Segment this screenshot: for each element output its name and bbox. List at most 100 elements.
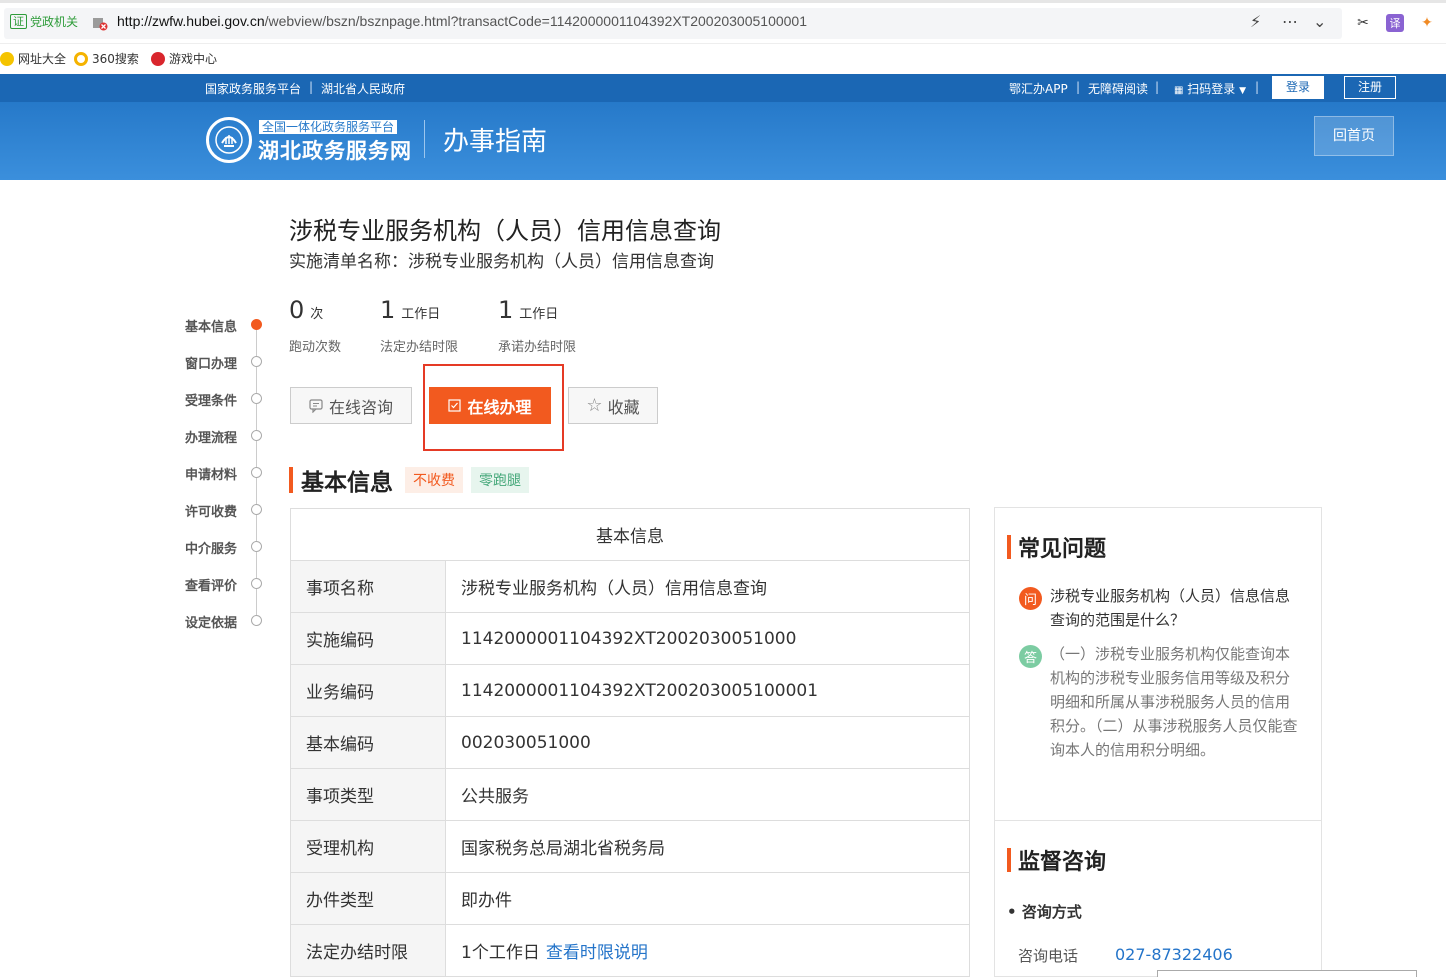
no-fee-badge: 不收费	[405, 467, 463, 493]
online-consult-button[interactable]: 在线咨询	[290, 387, 412, 424]
stat-unit: 工作日	[401, 307, 441, 322]
table-title: 基本信息	[290, 508, 970, 561]
logo-subtitle: 全国一体化政务服务平台	[259, 120, 398, 134]
bookmark-label: 游戏中心	[169, 52, 218, 66]
time-limit-link[interactable]: 查看时限说明	[546, 943, 648, 963]
nav-dot-icon[interactable]	[251, 393, 262, 404]
section-title: 基本信息	[301, 470, 393, 496]
nav-dot-icon[interactable]	[251, 356, 262, 367]
nav-dot-icon[interactable]	[251, 541, 262, 552]
side-nav-fees[interactable]: 许可收费	[185, 501, 237, 520]
more-icon[interactable]: ⋯	[1282, 12, 1298, 31]
url-path: /webview/bszn/bsznpage.html?transactCode…	[264, 13, 808, 29]
bookmark-label: 360搜索	[92, 52, 139, 66]
table-row: 实施编码 1142000001104392XT2002030051000	[290, 612, 970, 665]
link-national-platform[interactable]: 国家政务服务平台	[205, 80, 301, 97]
row-value: 1142000001104392XT2002030051000	[445, 612, 970, 665]
home-button[interactable]: 回首页	[1314, 116, 1394, 156]
chat-icon	[309, 398, 323, 413]
bookmark-icon	[74, 51, 88, 66]
side-nav-basic-info[interactable]: 基本信息	[185, 316, 237, 335]
row-value-text: 1个工作日	[461, 943, 540, 963]
stat-label: 法定办结时限	[380, 340, 459, 355]
faq-question[interactable]: 涉税专业服务机构（人员）信息信息查询的范围是什么？	[1050, 584, 1300, 632]
answer-icon: 答	[1019, 645, 1042, 668]
table-row: 基本编码 002030051000	[290, 716, 970, 769]
emblem-icon	[215, 126, 243, 154]
link-app[interactable]: 鄂汇办APP	[1009, 80, 1068, 97]
nav-dot-icon[interactable]	[251, 430, 262, 441]
bookmark-item[interactable]: 360搜索	[74, 50, 139, 67]
link-accessibility[interactable]: 无障碍阅读	[1088, 80, 1148, 97]
side-nav-intermediary[interactable]: 中介服务	[185, 538, 237, 557]
bookmark-icon	[151, 51, 165, 66]
row-value: 涉税专业服务机构（人员）信用信息查询	[445, 560, 970, 613]
bookmark-icon	[0, 51, 14, 66]
row-value: 即办件	[445, 872, 970, 925]
cert-label: 党政机关	[30, 15, 79, 29]
nav-dot-icon[interactable]	[251, 578, 262, 589]
scan-login[interactable]: ▦ 扫码登录 ▼	[1174, 80, 1246, 97]
supervise-title: 监督咨询	[1018, 850, 1107, 875]
table-row: 法定办结时限 1个工作日 查看时限说明	[290, 924, 970, 977]
basic-info-table: 基本信息 事项名称 涉税专业服务机构（人员）信用信息查询 实施编码 114200…	[290, 508, 970, 977]
logo-title[interactable]: 湖北政务服务网	[258, 135, 412, 165]
nav-dot-active-icon[interactable]	[251, 319, 262, 330]
scan-login-label: 扫码登录	[1187, 82, 1236, 96]
online-consult-label: 在线咨询	[328, 397, 393, 417]
translate-icon[interactable]: 译	[1386, 14, 1404, 32]
site-blocked-icon[interactable]	[92, 15, 108, 31]
side-nav-materials[interactable]: 申请材料	[185, 464, 237, 483]
game-icon[interactable]: ✦	[1418, 14, 1436, 32]
cert-badge[interactable]: 证 党政机关	[10, 13, 78, 30]
url-domain: http://zwfw.hubei.gov.cn	[117, 13, 265, 29]
bookmark-item[interactable]: 游戏中心	[151, 50, 217, 67]
nav-dot-icon[interactable]	[251, 467, 262, 478]
logo-emblem-icon[interactable]	[206, 117, 252, 163]
table-row: 受理机构 国家税务总局湖北省税务局	[290, 820, 970, 873]
phone-number[interactable]: 027-87322406	[1115, 945, 1233, 964]
side-nav-reviews[interactable]: 查看评价	[185, 575, 237, 594]
divider	[424, 120, 425, 158]
separator: |	[1076, 80, 1081, 94]
qr-icon: ▦	[1174, 85, 1184, 96]
section-bar	[1007, 848, 1011, 872]
table-row: 事项名称 涉税专业服务机构（人员）信用信息查询	[290, 560, 970, 613]
link-hubei-gov[interactable]: 湖北省人民政府	[321, 80, 405, 97]
scissors-icon[interactable]: ✂	[1354, 14, 1372, 32]
question-icon: 问	[1019, 587, 1042, 610]
faq-title: 常见问题	[1018, 537, 1107, 562]
page-title: 涉税专业服务机构（人员）信用信息查询	[289, 217, 721, 245]
row-value: 1142000001104392XT200203005100001	[445, 664, 970, 717]
login-button[interactable]: 登录	[1272, 76, 1324, 99]
stat-unit: 次	[310, 307, 324, 322]
bookmark-item[interactable]: 网址大全	[0, 50, 66, 67]
stat-unit: 工作日	[519, 307, 559, 322]
table-row: 业务编码 1142000001104392XT200203005100001	[290, 664, 970, 717]
url-text[interactable]: http://zwfw.hubei.gov.cn/webview/bszn/bs…	[117, 13, 807, 29]
caret-down-icon: ▼	[1239, 86, 1247, 96]
side-nav-window[interactable]: 窗口办理	[185, 353, 237, 372]
row-key: 业务编码	[290, 664, 446, 717]
nav-dot-icon[interactable]	[251, 504, 262, 515]
lightning-icon[interactable]: ⚡	[1250, 12, 1261, 31]
stat-number: 1	[380, 296, 396, 324]
separator: |	[309, 80, 314, 94]
side-nav-basis[interactable]: 设定依据	[185, 612, 237, 631]
row-value: 1个工作日 查看时限说明	[445, 924, 970, 977]
row-key: 实施编码	[290, 612, 446, 665]
stat-legal-limit: 1 工作日	[380, 296, 440, 324]
nav-dot-icon[interactable]	[251, 615, 262, 626]
divider	[994, 820, 1322, 821]
collect-button[interactable]: ☆ 收藏	[568, 387, 658, 424]
side-nav-conditions[interactable]: 受理条件	[185, 390, 237, 409]
chevron-down-icon[interactable]: ⌄	[1313, 12, 1326, 31]
side-nav-process[interactable]: 办理流程	[185, 427, 237, 446]
phone-label: 咨询电话	[1018, 947, 1079, 965]
zero-trip-badge: 零跑腿	[471, 467, 529, 493]
basic-info-heading: 基本信息 不收费 零跑腿	[289, 463, 529, 497]
register-button[interactable]: 注册	[1344, 76, 1396, 99]
supervise-heading: 监督咨询	[1007, 844, 1106, 876]
section-title: 办事指南	[443, 127, 548, 157]
stat-label: 承诺办结时限	[498, 340, 577, 355]
